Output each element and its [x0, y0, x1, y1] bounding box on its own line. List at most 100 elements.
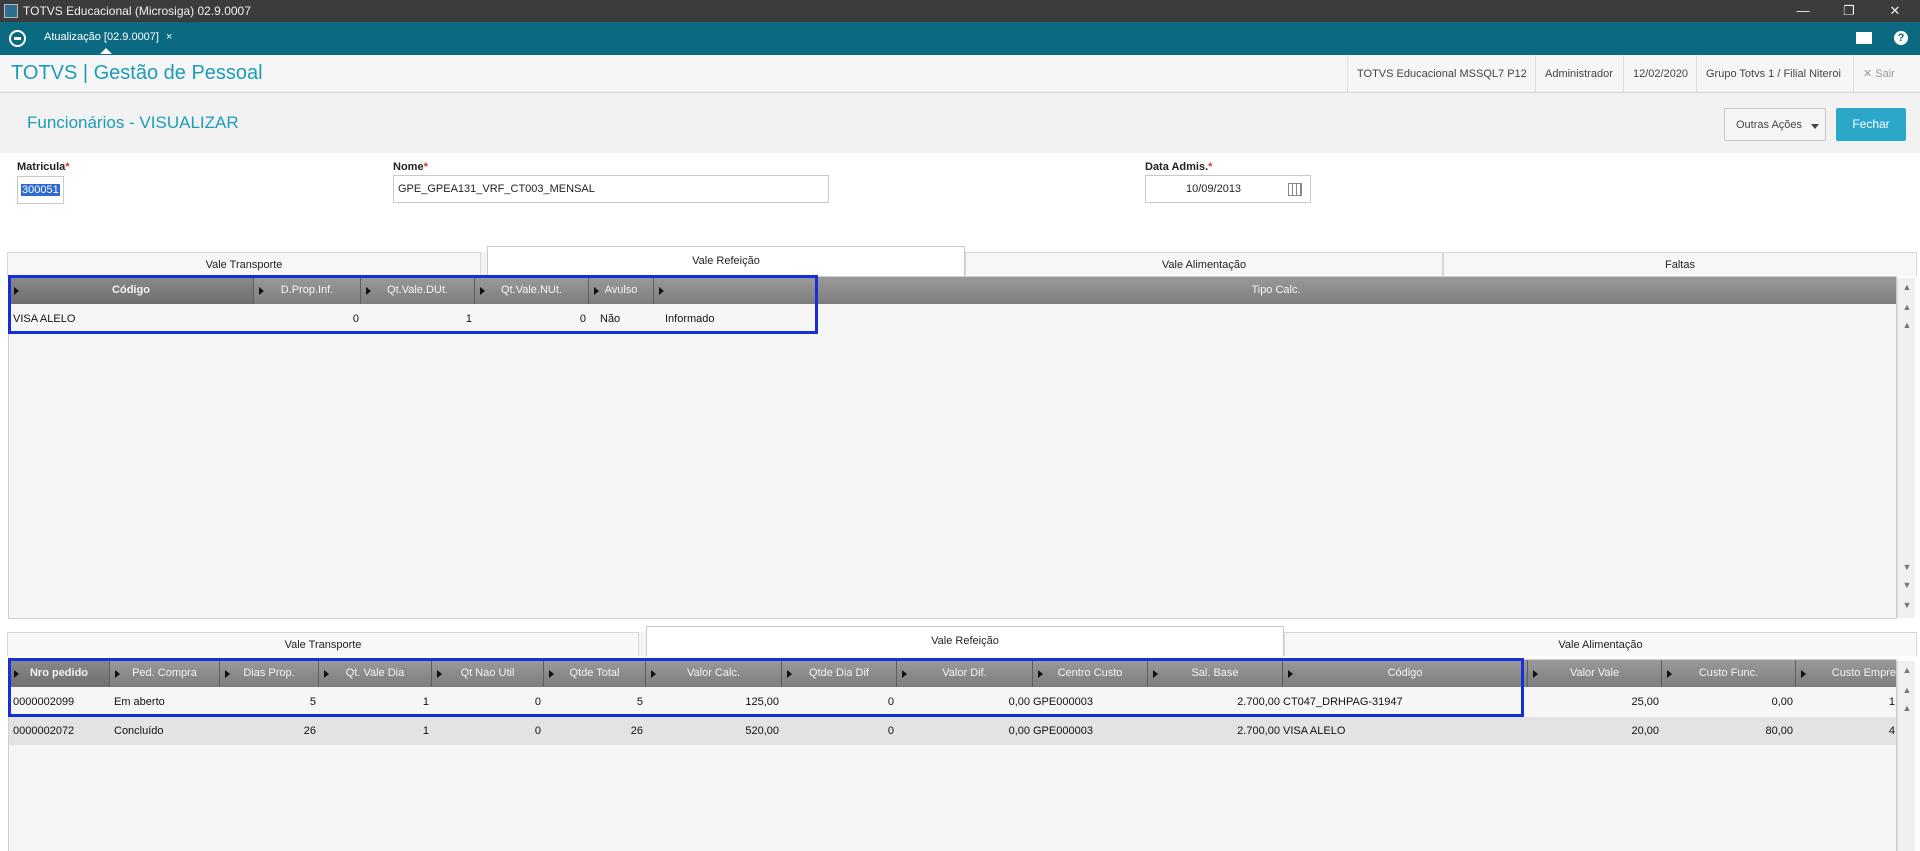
close-window-button[interactable]: ✕ — [1872, 0, 1918, 22]
bottom-grid-scrollbar[interactable]: ▲ ▲ ▲ — [1897, 661, 1915, 851]
cell-nro-pedido: 0000002072 — [13, 725, 75, 737]
col-valor-vale[interactable]: Valor Vale — [1528, 660, 1662, 687]
cell-qt-vale-dia: 1 — [422, 725, 429, 737]
col-valor-dif[interactable]: Valor Dif. — [897, 660, 1033, 687]
sort-arrow-icon — [594, 287, 599, 295]
scroll-down-icon[interactable]: ▼ — [1902, 562, 1912, 572]
environment-label: TOTVS Educacional MSSQL7 P12 — [1347, 55, 1536, 93]
col-nro-pedido[interactable]: Nro pedido — [9, 660, 110, 687]
cell-qtde-dia-dif: 0 — [887, 696, 894, 708]
sort-arrow-icon — [324, 670, 329, 678]
app-icon — [4, 4, 18, 18]
tab-vale-refeicao[interactable]: Vale Refeição — [487, 246, 965, 276]
nome-label: Nome* — [393, 161, 428, 173]
branch-label: Grupo Totvs 1 / Filial Niteroi — [1696, 55, 1850, 93]
cell-custo-func: 80,00 — [1765, 725, 1793, 737]
scroll-pageup-icon[interactable]: ▲ — [1902, 302, 1912, 312]
col-qtvaledut[interactable]: Qt.Vale.DUt. — [361, 277, 475, 304]
fechar-button[interactable]: Fechar — [1836, 108, 1906, 141]
col-valor-calc[interactable]: Valor Calc. — [646, 660, 782, 687]
table-row[interactable]: 0000002099 Em aberto 5 1 0 5 125,00 0 0,… — [9, 688, 1896, 716]
scroll-bottom-icon[interactable]: ▼ — [1902, 600, 1912, 610]
tab-faltas[interactable]: Faltas — [1443, 252, 1917, 276]
col-codigo[interactable]: Código — [9, 277, 254, 304]
cell-tipocalc: Informado — [665, 313, 715, 325]
col-qt-vale-dia[interactable]: Qt. Vale Dia — [319, 660, 432, 687]
top-grid: Código D.Prop.Inf. Qt.Vale.DUt. Qt.Vale.… — [8, 276, 1897, 619]
col-custo-empre[interactable]: Custo Empre — [1796, 660, 1896, 687]
col-tipocalc[interactable]: Tipo Calc. — [654, 277, 1896, 304]
col-sal-base[interactable]: Sal. Base — [1148, 660, 1283, 687]
cell-codigo: VISA ALELO — [13, 313, 76, 325]
sort-arrow-icon — [14, 670, 19, 678]
col-centro-custo[interactable]: Centro Custo — [1033, 660, 1148, 687]
col-codigo-bottom[interactable]: Código — [1283, 660, 1528, 687]
sort-arrow-icon — [115, 670, 120, 678]
cell-valor-dif: 0,00 — [1008, 696, 1030, 708]
cell-qtvalenut: 0 — [579, 313, 586, 325]
totvs-logo-icon[interactable] — [9, 30, 26, 47]
tab-vale-refeicao-bottom[interactable]: Vale Refeição — [646, 626, 1284, 656]
cell-qt-nao-util: 0 — [534, 725, 541, 737]
cell-ped-compra: Concluído — [114, 725, 164, 737]
scroll-pagedown-icon[interactable]: ▼ — [1902, 580, 1912, 590]
col-custo-func[interactable]: Custo Func. — [1662, 660, 1796, 687]
table-row[interactable]: 0000002072 Concluído 26 1 0 26 520,00 0 … — [9, 717, 1896, 745]
exit-button[interactable]: ✕ Sair — [1853, 55, 1904, 93]
tab-vale-alimentacao[interactable]: Vale Alimentação — [965, 252, 1443, 276]
sort-arrow-icon — [1801, 670, 1806, 678]
cell-dias-prop: 5 — [309, 696, 316, 708]
cell-qtde-total: 26 — [630, 725, 643, 737]
cell-valor-vale: 25,00 — [1631, 696, 1659, 708]
col-dpropinf[interactable]: D.Prop.Inf. — [254, 277, 361, 304]
col-qtde-dia-dif[interactable]: Qtde Dia Dif — [782, 660, 897, 687]
app-header: TOTVS | Gestão de Pessoal TOTVS Educacio… — [0, 55, 1920, 93]
cell-centro-custo: GPE000003 — [1033, 725, 1093, 737]
top-grid-scrollbar[interactable]: ▲ ▲ ▲ ▼ ▼ ▼ — [1897, 278, 1915, 618]
bottom-grid-header: Nro pedido Ped. Compra Dias Prop. Qt. Va… — [9, 660, 1896, 687]
sort-arrow-icon — [480, 287, 485, 295]
cell-qt-nao-util: 0 — [534, 696, 541, 708]
matricula-field[interactable]: 300051 — [17, 176, 64, 204]
data-admis-field[interactable]: 10/09/2013 — [1145, 175, 1311, 203]
scroll-top-icon[interactable]: ▲ — [1902, 665, 1912, 675]
help-icon[interactable]: ? — [1894, 31, 1908, 45]
col-qtvalenut[interactable]: Qt.Vale.NUt. — [475, 277, 589, 304]
cell-sal-base: 2.700,00 — [1237, 725, 1280, 737]
sort-arrow-icon — [1667, 670, 1672, 678]
mail-icon[interactable] — [1856, 32, 1872, 44]
nome-field[interactable]: GPE_GPEA131_VRF_CT003_MENSAL — [393, 175, 829, 203]
calendar-icon[interactable] — [1288, 183, 1302, 196]
col-qtde-total[interactable]: Qtde Total — [544, 660, 646, 687]
tab-vale-transporte[interactable]: Vale Transporte — [7, 252, 481, 276]
tab-close-icon[interactable]: × — [166, 31, 172, 43]
restore-button[interactable]: ❐ — [1826, 0, 1872, 22]
bottom-grid: Nro pedido Ped. Compra Dias Prop. Qt. Va… — [8, 659, 1897, 851]
top-grid-header: Código D.Prop.Inf. Qt.Vale.DUt. Qt.Vale.… — [9, 277, 1896, 304]
cell-qtde-total: 5 — [636, 696, 643, 708]
window-title: TOTVS Educacional (Microsiga) 02.9.0007 — [23, 4, 251, 18]
cell-codigo: VISA ALELO — [1283, 725, 1346, 737]
col-qt-nao-util[interactable]: Qt Nao Util — [432, 660, 544, 687]
cell-ped-compra: Em aberto — [114, 696, 165, 708]
cell-avulso: Não — [600, 313, 621, 325]
scroll-top-icon[interactable]: ▲ — [1902, 282, 1912, 292]
outras-acoes-button[interactable]: Outras Ações — [1724, 108, 1826, 141]
data-admis-value: 10/09/2013 — [1186, 183, 1242, 195]
cell-valor-vale: 20,00 — [1631, 725, 1659, 737]
page-toolbar: Funcionários - VISUALIZAR Outras Ações F… — [0, 93, 1920, 153]
scroll-pageup-icon[interactable]: ▲ — [1902, 685, 1912, 695]
user-label: Administrador — [1535, 55, 1622, 93]
cell-dpropinf: 0 — [352, 313, 359, 325]
col-ped-compra[interactable]: Ped. Compra — [110, 660, 220, 687]
top-tabs: Vale Transporte Vale Refeição Vale Alime… — [7, 246, 1917, 276]
col-dias-prop[interactable]: Dias Prop. — [220, 660, 319, 687]
scroll-up-icon[interactable]: ▲ — [1902, 703, 1912, 713]
chevron-down-icon — [1811, 124, 1819, 129]
tab-vale-alimentacao-bottom[interactable]: Vale Alimentação — [1284, 632, 1917, 656]
table-row[interactable]: VISA ALELO 0 1 0 Não Informado — [9, 305, 1879, 333]
tab-vale-transporte-bottom[interactable]: Vale Transporte — [7, 632, 639, 656]
minimize-button[interactable]: — — [1780, 0, 1826, 22]
col-avulso[interactable]: Avulso — [589, 277, 654, 304]
scroll-up-icon[interactable]: ▲ — [1902, 320, 1912, 330]
